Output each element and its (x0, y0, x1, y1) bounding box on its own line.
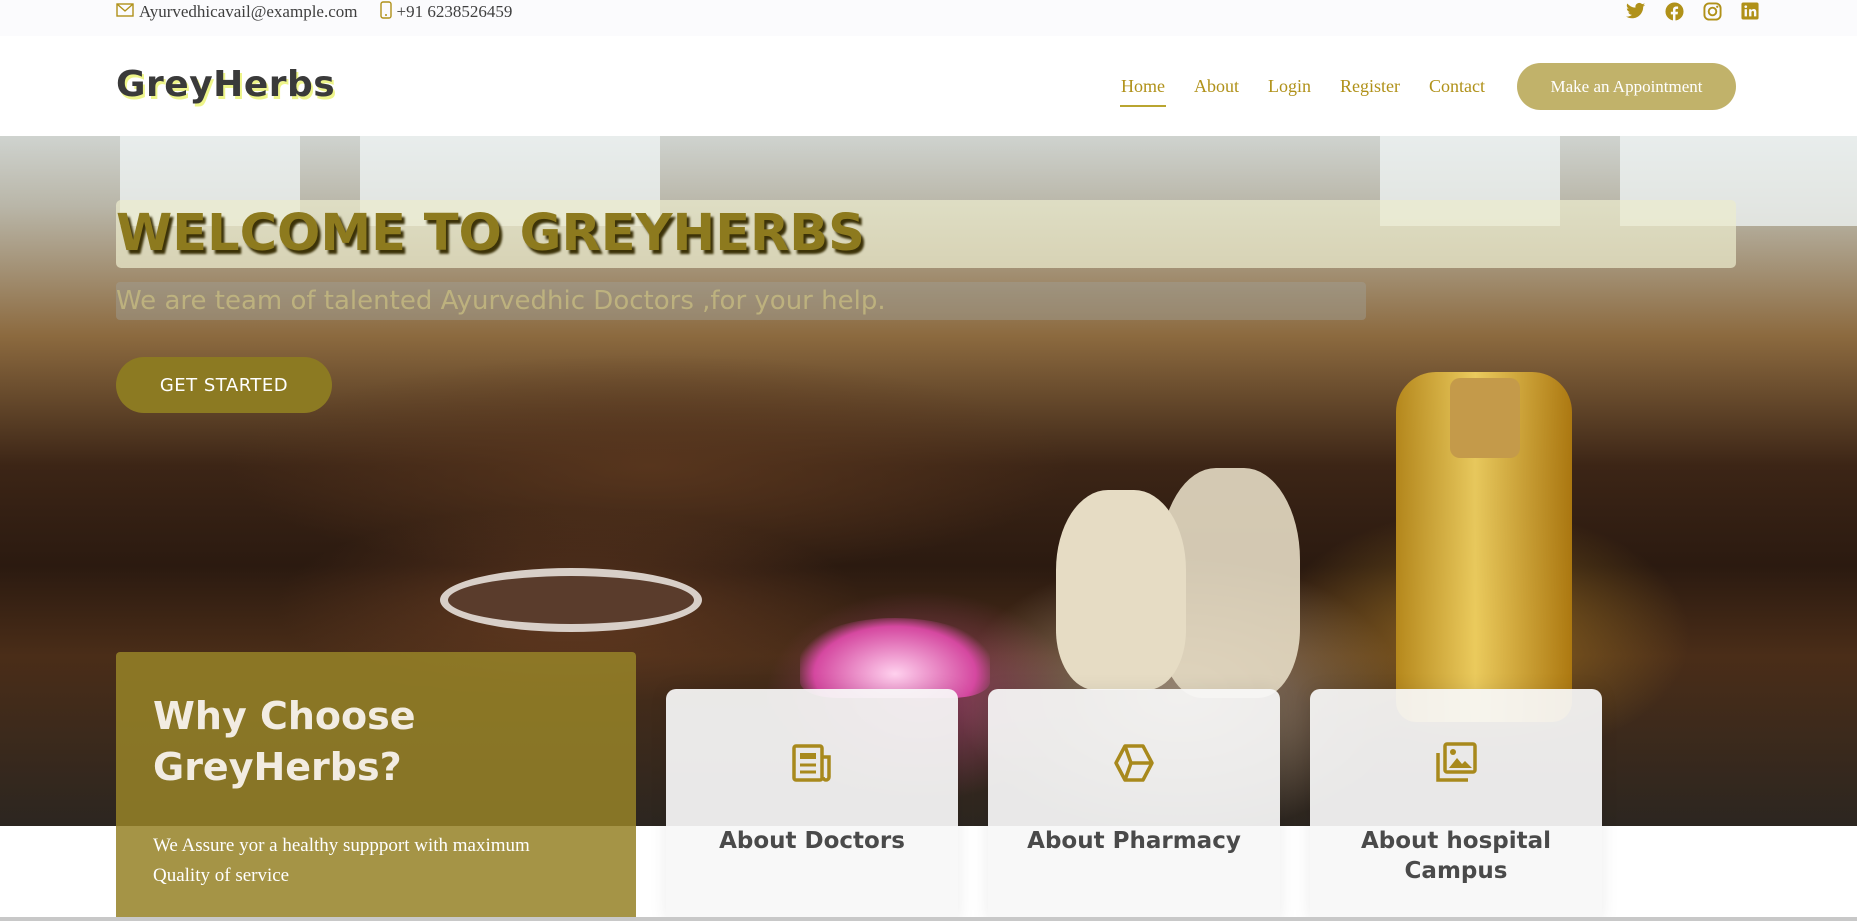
get-started-button[interactable]: GET STARTED (116, 357, 332, 413)
top-bar: Ayurvedhicavail@example.com +91 62385264… (0, 0, 1857, 36)
nav-login[interactable]: Login (1268, 77, 1311, 95)
email-text: Ayurvedhicavail@example.com (139, 2, 358, 21)
main-header: GreyHerbs Home About Login Register Cont… (0, 36, 1857, 136)
social-links (1626, 1, 1760, 21)
nav-home[interactable]: Home (1120, 77, 1166, 107)
card-about-campus[interactable]: About hospital Campus (1310, 689, 1602, 921)
twitter-icon[interactable] (1626, 1, 1646, 21)
card-title: About Pharmacy (1027, 828, 1241, 854)
card-title: About hospital Campus (1360, 828, 1552, 884)
phone-icon (379, 0, 397, 24)
why-text: We Assure yor a healthy suppport with ma… (153, 835, 530, 886)
contact-info: Ayurvedhicavail@example.com +91 62385264… (116, 0, 534, 24)
images-icon (1434, 741, 1478, 785)
nav-about[interactable]: About (1194, 77, 1239, 95)
phone-text: +91 6238526459 (396, 2, 513, 21)
envelope-icon (116, 2, 139, 22)
phone-contact[interactable]: +91 6238526459 (379, 0, 513, 24)
why-heading: Why Choose GreyHerbs? (153, 694, 416, 789)
linkedin-icon[interactable] (1740, 1, 1760, 21)
site-logo[interactable]: GreyHerbs (116, 64, 335, 105)
card-about-pharmacy[interactable]: About Pharmacy (988, 689, 1280, 921)
hero-title: WELCOME TO GREYHERBS (116, 204, 865, 263)
card-about-doctors[interactable]: About Doctors (666, 689, 958, 921)
nav-register[interactable]: Register (1340, 77, 1400, 95)
page-bottom-border (0, 917, 1857, 921)
instagram-icon[interactable] (1702, 1, 1722, 21)
email-contact[interactable]: Ayurvedhicavail@example.com (116, 2, 358, 22)
card-title: About Doctors (719, 828, 905, 854)
newspaper-icon (790, 741, 834, 785)
hero-subtitle: We are team of talented Ayurvedhic Docto… (116, 286, 886, 316)
cube-icon (1112, 741, 1156, 785)
make-appointment-button[interactable]: Make an Appointment (1517, 63, 1736, 110)
facebook-icon[interactable] (1664, 1, 1684, 21)
nav-contact[interactable]: Contact (1429, 77, 1485, 95)
why-choose-box: Why Choose GreyHerbs? We Assure yor a he… (116, 652, 636, 921)
main-nav: Home About Login Register Contact (1120, 36, 1514, 136)
